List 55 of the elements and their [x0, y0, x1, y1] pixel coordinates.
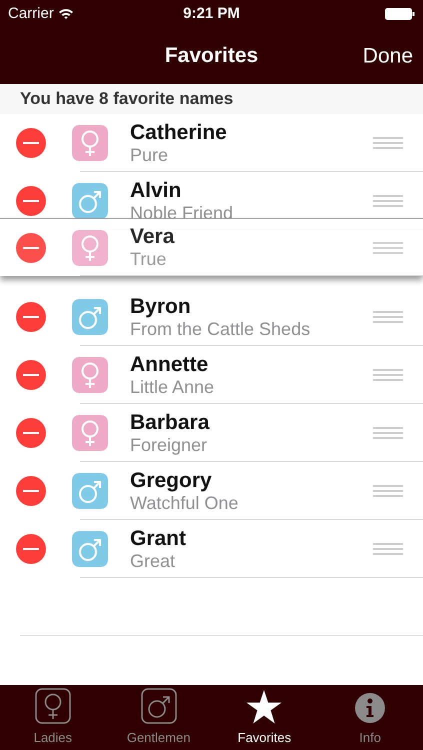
dragged-row[interactable]: Vera True — [0, 218, 423, 276]
male-sign-icon — [140, 688, 177, 724]
name-meaning: From the Cattle Sheds — [130, 318, 312, 340]
reorder-handle-icon[interactable] — [373, 137, 403, 149]
female-sign-icon — [72, 125, 108, 161]
star-icon — [246, 690, 282, 724]
name-title: Grant — [130, 526, 188, 551]
reorder-handle-icon[interactable] — [373, 195, 403, 207]
delete-button[interactable] — [16, 534, 46, 564]
info-icon — [354, 692, 386, 724]
carrier-name: Carrier — [8, 4, 54, 24]
male-sign-icon — [72, 531, 108, 567]
name-meaning: Watchful One — [130, 492, 240, 514]
delete-button[interactable] — [16, 128, 46, 158]
delete-button[interactable] — [16, 418, 46, 448]
done-button[interactable]: Done — [362, 40, 413, 72]
battery-icon — [385, 8, 415, 20]
female-sign-icon — [72, 415, 108, 451]
clock-time: 9:21 PM — [183, 4, 240, 24]
delete-button[interactable] — [16, 360, 46, 390]
reorder-handle-icon[interactable] — [373, 311, 403, 323]
name-meaning: Foreigner — [130, 434, 208, 456]
delete-button[interactable] — [16, 232, 46, 262]
wifi-icon — [58, 8, 74, 20]
name-title: Gregory — [130, 468, 213, 493]
reorder-handle-icon[interactable] — [373, 427, 403, 439]
name-title: Vera — [130, 224, 176, 250]
tab-button[interactable]: Gentlemen — [106, 685, 212, 750]
male-sign-icon — [72, 473, 108, 509]
name-title: Barbara — [130, 410, 210, 435]
section-header: You have 8 favorite names — [0, 84, 423, 114]
female-sign-icon — [72, 357, 108, 393]
delete-button[interactable] — [16, 302, 46, 332]
name-meaning: Great — [130, 550, 176, 572]
screen-title: Favorites — [164, 43, 258, 70]
name-title: Byron — [130, 294, 192, 319]
reorder-handle-icon[interactable] — [373, 242, 403, 254]
reorder-handle-icon[interactable] — [373, 369, 403, 381]
female-sign-icon — [72, 230, 108, 266]
name-meaning: Pure — [130, 144, 170, 166]
female-sign-icon — [34, 688, 71, 724]
name-title: Annette — [130, 352, 210, 377]
tab-button[interactable]: Ladies — [0, 685, 106, 750]
delete-button[interactable] — [16, 476, 46, 506]
reorder-handle-icon[interactable] — [373, 485, 403, 497]
delete-button[interactable] — [16, 186, 46, 216]
male-sign-icon — [72, 299, 108, 335]
name-meaning: Little Anne — [130, 376, 216, 398]
male-sign-icon — [72, 183, 108, 219]
name-title: Catherine — [130, 120, 228, 145]
reorder-handle-icon[interactable] — [373, 543, 403, 555]
tab-button[interactable]: Info — [317, 685, 423, 750]
name-meaning: True — [130, 249, 168, 271]
name-title: Alvin — [130, 178, 182, 203]
tab-button[interactable]: Favorites — [212, 685, 318, 750]
